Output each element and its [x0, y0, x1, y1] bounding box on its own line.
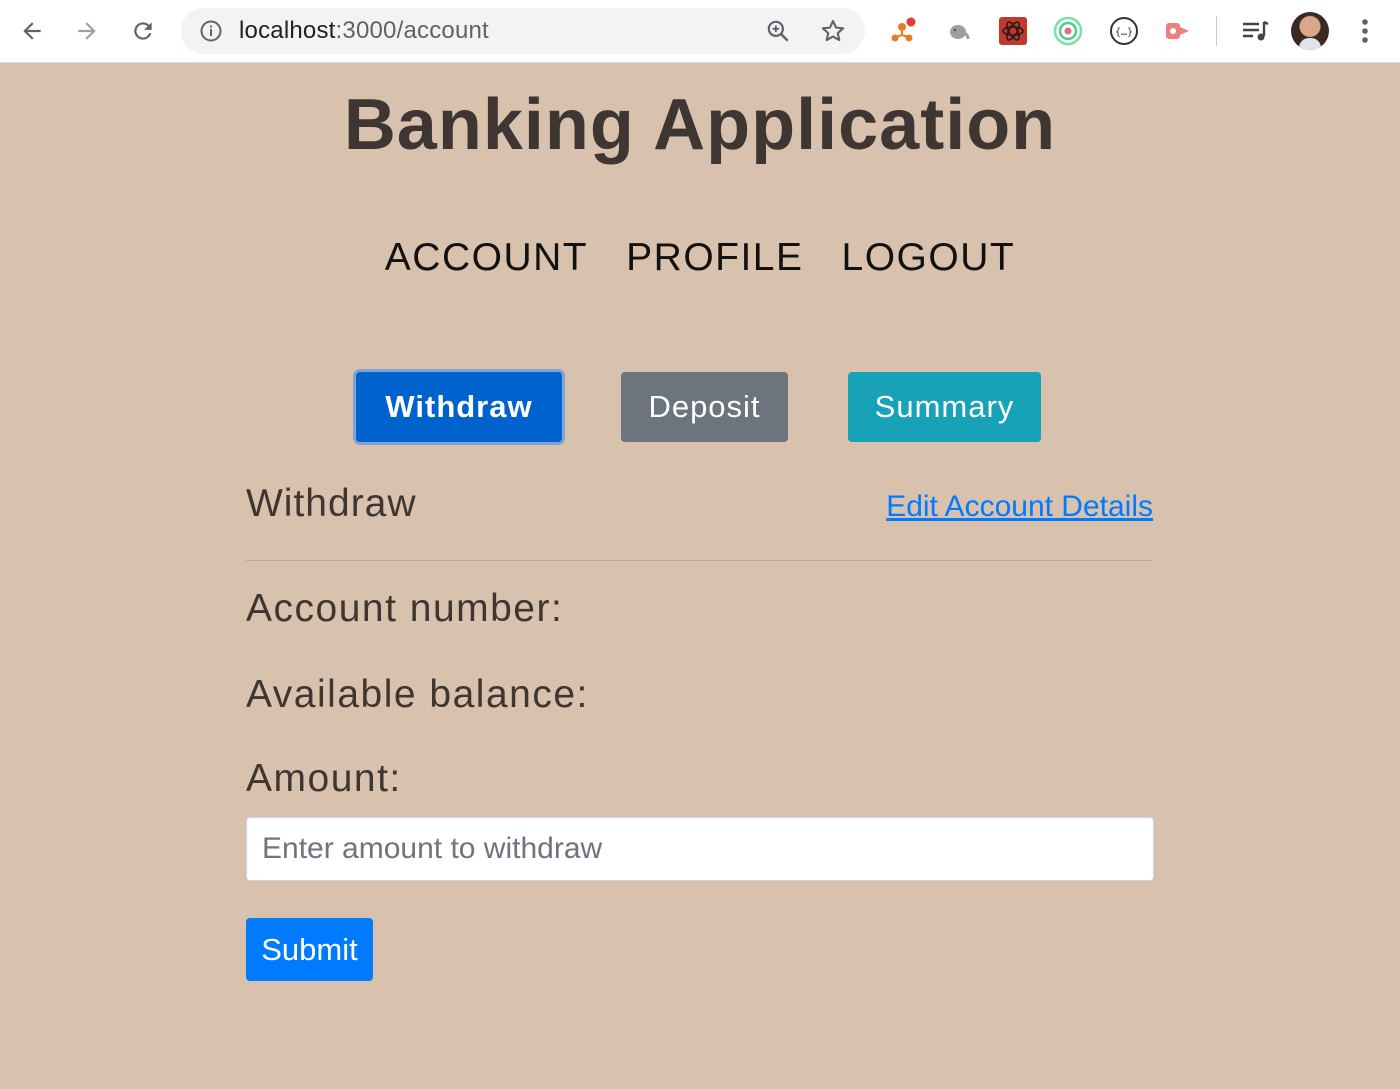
amount-input[interactable]	[246, 817, 1154, 881]
zoom-icon[interactable]	[765, 18, 791, 44]
toolbar-divider	[1216, 16, 1217, 46]
section-title: Withdraw	[246, 482, 417, 525]
kebab-menu-icon[interactable]	[1349, 15, 1381, 47]
edit-account-details-link[interactable]: Edit Account Details	[886, 490, 1153, 524]
record-extension-icon[interactable]	[1162, 15, 1194, 47]
nav-logout-link[interactable]: LOGOUT	[842, 236, 1016, 280]
svg-text:{…}: {…}	[1115, 27, 1133, 38]
elephant-extension-icon[interactable]	[942, 15, 974, 47]
amount-label: Amount:	[246, 757, 402, 800]
react-devtools-icon[interactable]	[997, 15, 1029, 47]
profile-avatar[interactable]	[1291, 12, 1329, 50]
url-text: localhost:3000/account	[239, 8, 489, 54]
withdraw-header: Withdraw Edit Account Details	[246, 478, 1153, 561]
reading-list-icon[interactable]	[1239, 15, 1271, 47]
forward-arrow-icon[interactable]	[69, 13, 105, 49]
url-host: localhost	[239, 17, 336, 44]
address-bar[interactable]: localhost:3000/account	[181, 8, 865, 54]
withdraw-button[interactable]: Withdraw	[356, 372, 562, 442]
account-number-label: Account number:	[246, 587, 564, 630]
deposit-button[interactable]: Deposit	[621, 372, 788, 442]
bookmark-star-icon[interactable]	[819, 17, 847, 45]
nav-account-link[interactable]: ACCOUNT	[385, 236, 588, 280]
main-nav: ACCOUNT PROFILE LOGOUT	[0, 236, 1400, 280]
target-extension-icon[interactable]	[1052, 15, 1084, 47]
info-icon[interactable]	[199, 19, 223, 43]
browser-toolbar: localhost:3000/account {…}	[0, 0, 1400, 63]
summary-button[interactable]: Summary	[848, 372, 1041, 442]
submit-button[interactable]: Submit	[246, 918, 373, 981]
reload-icon[interactable]	[125, 13, 161, 49]
back-arrow-icon[interactable]	[14, 13, 50, 49]
available-balance-label: Available balance:	[246, 673, 589, 716]
json-formatter-icon[interactable]: {…}	[1108, 15, 1140, 47]
redux-devtools-icon[interactable]	[886, 15, 918, 47]
nav-profile-link[interactable]: PROFILE	[626, 236, 803, 280]
transaction-tabs: Withdraw Deposit Summary	[0, 372, 1400, 444]
app-title: Banking Application	[343, 85, 1057, 165]
url-path: :3000/account	[335, 17, 489, 44]
